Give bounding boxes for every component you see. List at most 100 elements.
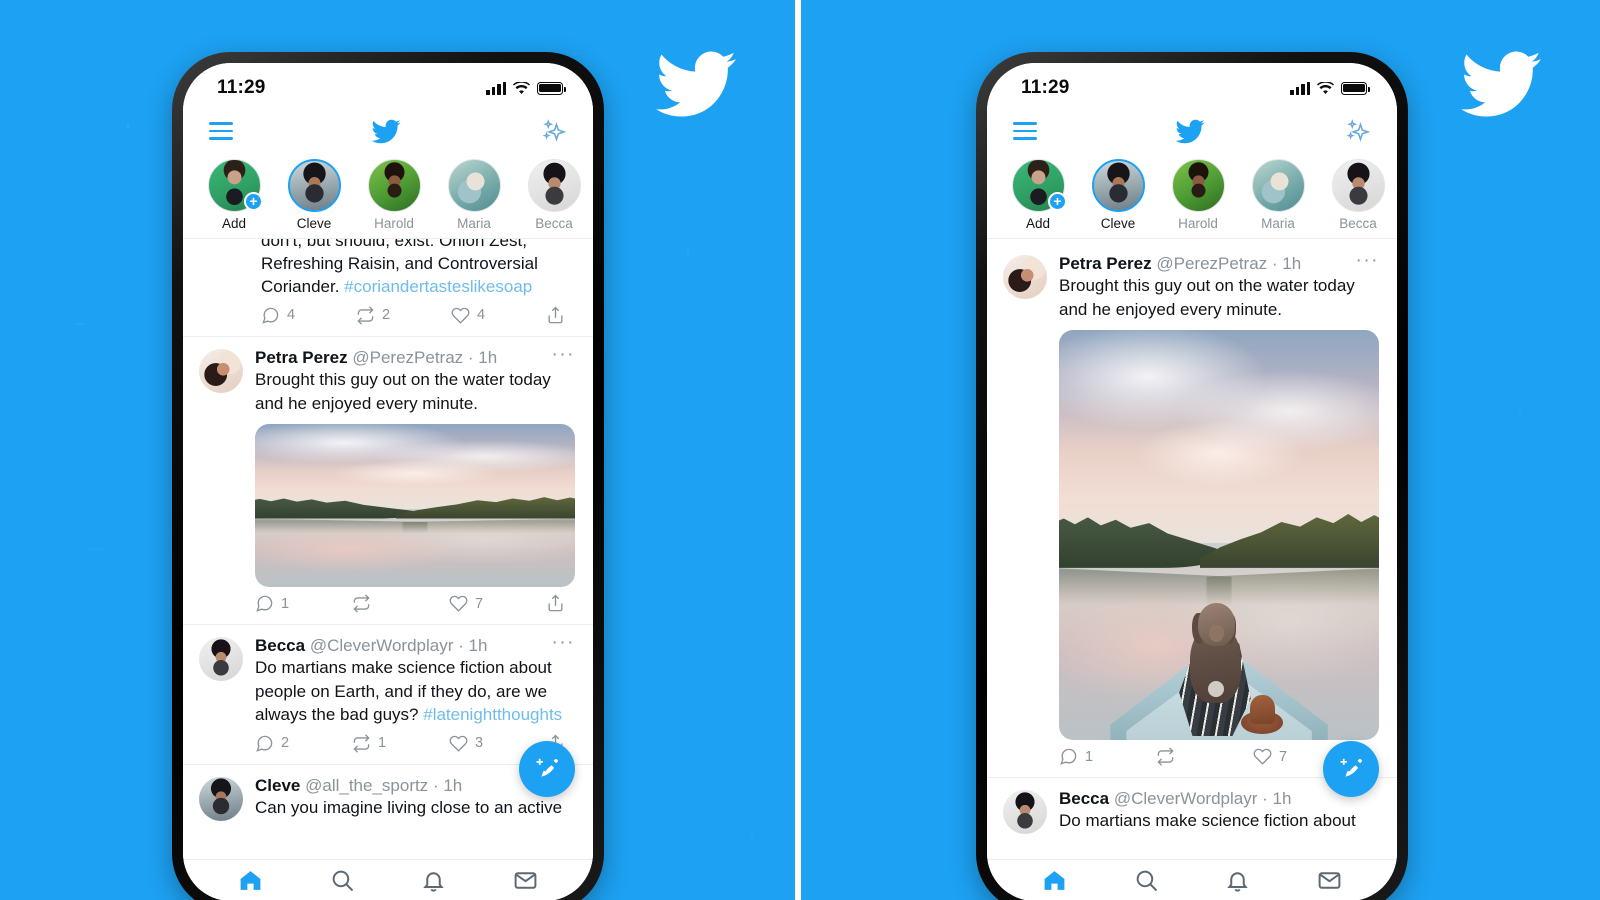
fleet-item-maria[interactable]: Maria [1245, 157, 1311, 231]
bottom-navigation[interactable] [183, 859, 593, 900]
tweet-body: Petra Perez @PerezPetraz · 1h ··· Brough… [255, 345, 575, 619]
author-name[interactable]: Petra Perez [1059, 254, 1152, 273]
tweet-author: Becca @CleverWordplayr · 1h [1059, 789, 1292, 809]
compose-tweet-button[interactable] [1323, 741, 1379, 797]
nav-messages[interactable] [510, 866, 540, 896]
tweet-text-line1: Refreshing Raisin, and Controversial [261, 254, 538, 273]
nav-notifications[interactable] [419, 866, 449, 896]
like-count: 4 [477, 307, 486, 324]
author-name[interactable]: Becca [1059, 789, 1109, 808]
author-name[interactable]: Petra Perez [255, 348, 348, 367]
fleet-label: Maria [1261, 216, 1295, 231]
search-icon [332, 870, 353, 891]
avatar[interactable] [199, 348, 243, 393]
retweet-button[interactable] [352, 594, 449, 613]
bottom-navigation[interactable] [987, 859, 1397, 900]
nav-notifications[interactable] [1223, 866, 1253, 896]
author-name[interactable]: Cleve [255, 776, 300, 795]
like-button[interactable]: 4 [451, 306, 546, 325]
author-name[interactable]: Becca [255, 636, 305, 655]
sparkle-icon[interactable] [539, 117, 567, 145]
nav-home[interactable] [236, 866, 266, 896]
status-icons [1290, 81, 1370, 95]
hamburger-menu-icon[interactable] [1013, 122, 1037, 140]
tweet-row[interactable]: Becca @CleverWordplayr · 1h ··· Do marti… [183, 625, 593, 765]
avatar[interactable] [1003, 790, 1047, 835]
nav-search[interactable] [1131, 866, 1161, 896]
wifi-icon [513, 81, 530, 95]
timeline-feed[interactable]: don't, but should, exist: Onion Zest, Re… [183, 239, 593, 859]
fleet-item-cleve[interactable]: Cleve [1085, 157, 1151, 231]
hashtag-link[interactable]: #latenightthoughts [423, 705, 562, 724]
fleet-item-becca[interactable]: Becca [521, 157, 587, 231]
notifications-bell-icon [423, 872, 444, 892]
fleet-item-maria[interactable]: Maria [441, 157, 507, 231]
fleet-label: Add [1025, 216, 1051, 231]
lake-canoe-dog-photo [255, 424, 575, 587]
fleet-item-add[interactable]: Add [1005, 157, 1071, 231]
fleet-item-becca[interactable]: Becca [1325, 157, 1391, 231]
twitter-bird-icon[interactable] [369, 117, 403, 146]
add-fleet-plus-icon[interactable] [244, 192, 263, 211]
retweet-count: 2 [382, 307, 391, 324]
fleets-row[interactable]: Add Cleve Harold [987, 155, 1397, 239]
author-handle[interactable]: @all_the_sportz [305, 776, 428, 795]
cellular-signal-icon [486, 81, 506, 95]
tweet-clipped-top[interactable]: don't, but should, exist: Onion Zest, Re… [183, 239, 593, 337]
nav-home[interactable] [1040, 866, 1070, 896]
tweet-body: don't, but should, exist: Onion Zest, Re… [261, 239, 575, 331]
reply-count: 2 [281, 735, 290, 752]
retweet-count: 1 [378, 735, 387, 752]
hashtag-link[interactable]: #coriandertasteslikesoap [344, 277, 532, 296]
hamburger-menu-icon[interactable] [209, 122, 233, 140]
timeline-feed[interactable]: Petra Perez @PerezPetraz · 1h ··· Brough… [987, 239, 1397, 859]
avatar-image [447, 159, 501, 212]
home-icon [240, 871, 261, 890]
author-handle[interactable]: @PerezPetraz [352, 348, 463, 367]
more-options-icon[interactable]: ··· [544, 633, 575, 652]
tweet-row[interactable]: Petra Perez @PerezPetraz · 1h ··· Brough… [987, 239, 1397, 779]
sparkle-icon[interactable] [1343, 117, 1371, 145]
more-options-icon[interactable]: ··· [1348, 251, 1379, 270]
share-button[interactable] [546, 306, 565, 325]
fleet-item-harold[interactable]: Harold [361, 157, 427, 231]
share-button[interactable] [546, 594, 565, 613]
reply-button[interactable]: 4 [261, 306, 356, 325]
more-options-icon[interactable]: ··· [544, 345, 575, 364]
author-handle[interactable]: @CleverWordplayr [310, 636, 454, 655]
avatar[interactable] [1003, 255, 1047, 299]
fleets-row[interactable]: Add Cleve Harold [183, 155, 593, 239]
fleet-item-harold[interactable]: Harold [1165, 157, 1231, 231]
fleet-label: Becca [1339, 216, 1377, 231]
add-fleet-plus-icon[interactable] [1048, 192, 1067, 211]
retweet-button[interactable]: 2 [356, 306, 451, 325]
tweet-row[interactable]: Petra Perez @PerezPetraz · 1h ··· Brough… [183, 337, 593, 625]
compose-tweet-button[interactable] [519, 741, 575, 797]
twitter-bird-icon[interactable] [1173, 117, 1207, 146]
retweet-button[interactable]: 1 [352, 733, 449, 753]
like-button[interactable]: 7 [449, 594, 546, 613]
fleet-item-cleve[interactable]: Cleve [281, 157, 347, 231]
author-handle[interactable]: @PerezPetraz [1156, 254, 1267, 273]
retweet-button[interactable] [1156, 747, 1253, 766]
reply-button[interactable]: 2 [255, 734, 352, 753]
avatar [361, 157, 427, 214]
reply-button[interactable]: 1 [255, 594, 352, 613]
fleet-item-add[interactable]: Add [201, 157, 267, 231]
author-handle[interactable]: @CleverWordplayr [1114, 789, 1258, 808]
reply-button[interactable]: 1 [1059, 747, 1156, 766]
fleet-label: Maria [457, 216, 491, 231]
right-phone-panel: 11:29 + Add Cleve Harold Maria Becca Pet… [810, 0, 1600, 900]
like-count: 3 [475, 735, 484, 752]
tweet-text-line1: Do martians make science fiction about [255, 658, 552, 678]
phone-device-left: 11:29 + Add Cleve Harold Maria Becca don… [172, 52, 604, 900]
avatar-image [367, 159, 421, 212]
tweet-media-image[interactable] [1059, 330, 1379, 741]
nav-search[interactable] [327, 866, 357, 896]
tweet-media-image[interactable] [255, 424, 575, 587]
tweet-text-line1: Brought this guy out on the water today [1059, 276, 1355, 296]
nav-messages[interactable] [1314, 866, 1344, 896]
avatar[interactable] [199, 637, 243, 681]
avatar [1005, 157, 1071, 214]
avatar[interactable] [199, 776, 243, 821]
